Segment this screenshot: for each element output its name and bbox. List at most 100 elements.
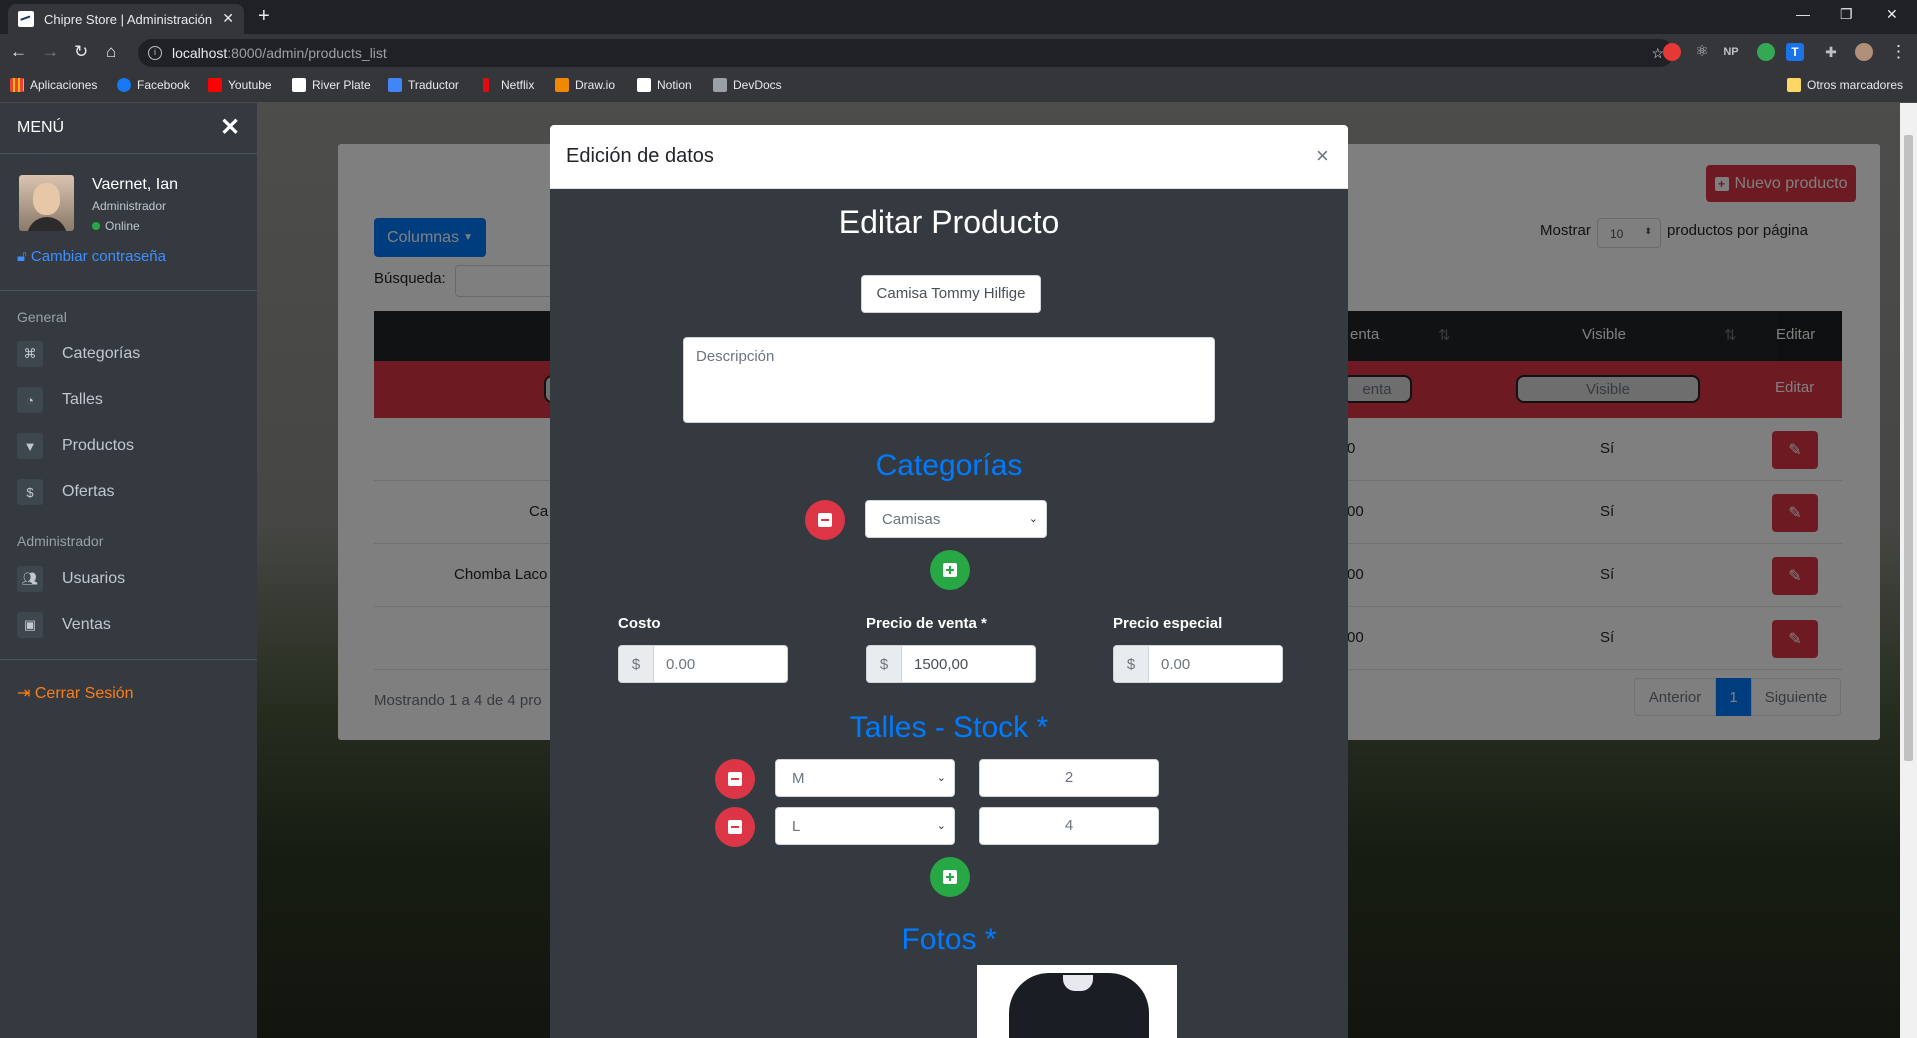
modal-close-icon[interactable]: × — [1316, 143, 1329, 169]
window-close-icon[interactable]: ✕ — [1886, 6, 1898, 23]
special-currency-addon: $ — [1113, 645, 1149, 683]
add-category-button[interactable] — [930, 550, 970, 590]
special-price-input[interactable]: 0.00 — [1148, 645, 1283, 683]
product-photo[interactable] — [977, 965, 1177, 1038]
category-select[interactable]: Camisas ⌄ — [865, 500, 1047, 538]
netflix-icon — [483, 78, 489, 92]
tab-close-icon[interactable]: ✕ — [222, 10, 234, 27]
bookmark-label: Aplicaciones — [30, 78, 98, 92]
minimize-icon[interactable]: — — [1796, 6, 1810, 22]
sidebar-item-productos[interactable]: ▼ Productos — [17, 433, 134, 459]
bookmark-label: River Plate — [312, 78, 371, 92]
plus-square-icon — [943, 870, 957, 884]
modal-title: Edición de datos — [566, 145, 714, 167]
site-info-icon[interactable]: i — [148, 46, 162, 60]
bookmark-traductor[interactable]: Traductor — [388, 78, 459, 92]
sidebar-title: MENÚ — [17, 119, 65, 136]
cost-input[interactable]: 0.00 — [653, 645, 788, 683]
chevron-down-icon: ⌄ — [1028, 513, 1038, 525]
divider — [0, 659, 257, 660]
bookmark-label: Facebook — [137, 78, 190, 92]
extension-translate-icon[interactable]: T — [1786, 43, 1804, 61]
user-status: Online — [92, 219, 140, 233]
extension-adblock-icon[interactable] — [1663, 43, 1681, 61]
bookmark-netflix[interactable]: Netflix — [483, 78, 534, 92]
bookmark-label: DevDocs — [733, 78, 782, 92]
avatar — [19, 175, 74, 231]
unlock-icon: 🔓︎ — [17, 248, 27, 265]
size-selected-text: M — [792, 770, 805, 787]
browser-menu-icon[interactable]: ⋮ — [1890, 42, 1907, 62]
sidebar-item-categorias[interactable]: ⌘ Categorías — [17, 341, 140, 367]
bookmark-label: Traductor — [408, 78, 459, 92]
tab-title: Chipre Store | Administración — [44, 11, 213, 27]
extension-react-icon[interactable]: ⚛ — [1693, 43, 1711, 61]
logout-link[interactable]: ⇥ Cerrar Sesión — [17, 683, 134, 703]
sidebar-item-ofertas[interactable]: $ Ofertas — [17, 479, 114, 505]
sidebar-item-talles[interactable]: ◔ Talles — [17, 387, 103, 413]
stock-input[interactable]: 2 — [979, 759, 1159, 797]
category-selected-text: Camisas — [882, 511, 941, 528]
page-scrollbar-thumb[interactable] — [1904, 135, 1913, 761]
sidebar-item-ventas[interactable]: ▣ Ventas — [17, 612, 111, 638]
extensions-puzzle-icon[interactable]: ✚ — [1822, 43, 1840, 61]
translate-icon — [388, 78, 402, 92]
bookmark-river-plate[interactable]: River Plate — [292, 78, 371, 92]
price-input[interactable]: 1500,00 — [901, 645, 1036, 683]
product-name-input[interactable]: Camisa Tommy Hilfige — [861, 275, 1041, 313]
bookmark-other-folder[interactable]: Otros marcadores — [1787, 78, 1903, 92]
extension-green-icon[interactable] — [1757, 43, 1775, 61]
reload-icon[interactable]: ↻ — [74, 42, 88, 62]
new-tab-icon[interactable]: + — [258, 5, 270, 28]
bookmark-apps[interactable]: Aplicaciones — [10, 78, 97, 92]
sidebar-item-usuarios[interactable]: 👥︎ Usuarios — [17, 566, 125, 592]
sizes-heading: Talles - Stock * — [849, 711, 1049, 744]
address-bar-row: ← → ↻ ⌂ i localhost:8000/admin/products_… — [0, 34, 1917, 70]
ruler-icon: ◔ — [17, 387, 43, 413]
profile-avatar-icon[interactable] — [1855, 43, 1873, 61]
bookmark-drawio[interactable]: Draw.io — [555, 78, 615, 92]
back-icon[interactable]: ← — [10, 42, 27, 62]
categories-icon: ⌘ — [17, 341, 43, 367]
description-textarea[interactable]: Descripción — [683, 337, 1215, 423]
plus-square-icon — [943, 563, 957, 577]
browser-tab-strip: Chipre Store | Administración ✕ + — ❐ ✕ — [0, 0, 1917, 34]
sidebar-item-label: Usuarios — [62, 570, 126, 587]
restore-icon[interactable]: ❐ — [1840, 6, 1853, 23]
edit-product-modal: Edición de datos × Editar Producto Camis… — [550, 125, 1348, 1038]
change-password-link[interactable]: 🔓︎ Cambiar contraseña — [17, 248, 166, 265]
browser-tab[interactable]: Chipre Store | Administración ✕ — [8, 4, 244, 34]
url-field[interactable]: i localhost:8000/admin/products_list ☆ — [138, 39, 1674, 67]
remove-size-button[interactable] — [715, 807, 755, 847]
remove-category-button[interactable] — [805, 500, 845, 540]
apps-grid-icon — [10, 78, 24, 92]
price-currency-addon: $ — [866, 645, 902, 683]
minus-square-icon — [728, 820, 742, 834]
section-general: General — [17, 309, 67, 325]
extension-np-icon[interactable]: NP — [1722, 43, 1740, 61]
users-icon: 👥︎ — [17, 566, 43, 592]
sidebar-item-label: Categorías — [62, 345, 141, 362]
dollar-icon: $ — [17, 479, 43, 505]
remove-size-button[interactable] — [715, 759, 755, 799]
sidebar-item-label: Ventas — [62, 616, 111, 633]
size-select[interactable]: M ⌄ — [775, 759, 955, 797]
add-size-button[interactable] — [930, 857, 970, 897]
forward-icon[interactable]: → — [42, 42, 59, 62]
bookmark-label: Otros marcadores — [1807, 78, 1904, 92]
tshirt-icon: ▼ — [17, 433, 43, 459]
minus-square-icon — [728, 772, 742, 786]
cost-currency-addon: $ — [618, 645, 654, 683]
size-select[interactable]: L ⌄ — [775, 807, 955, 845]
close-sidebar-icon[interactable]: ✕ — [220, 113, 240, 142]
bookmarks-bar: Aplicaciones Facebook Youtube River Plat… — [0, 70, 1917, 103]
user-role: Administrador — [92, 199, 167, 213]
stock-input[interactable]: 4 — [979, 807, 1159, 845]
chevron-down-icon: ⌄ — [936, 820, 946, 832]
bookmark-devdocs[interactable]: DevDocs — [713, 78, 782, 92]
bookmark-youtube[interactable]: Youtube — [208, 78, 272, 92]
home-icon[interactable]: ⌂ — [106, 42, 116, 62]
bookmark-facebook[interactable]: Facebook — [117, 78, 190, 92]
divider — [0, 290, 257, 291]
bookmark-notion[interactable]: Notion — [637, 78, 692, 92]
